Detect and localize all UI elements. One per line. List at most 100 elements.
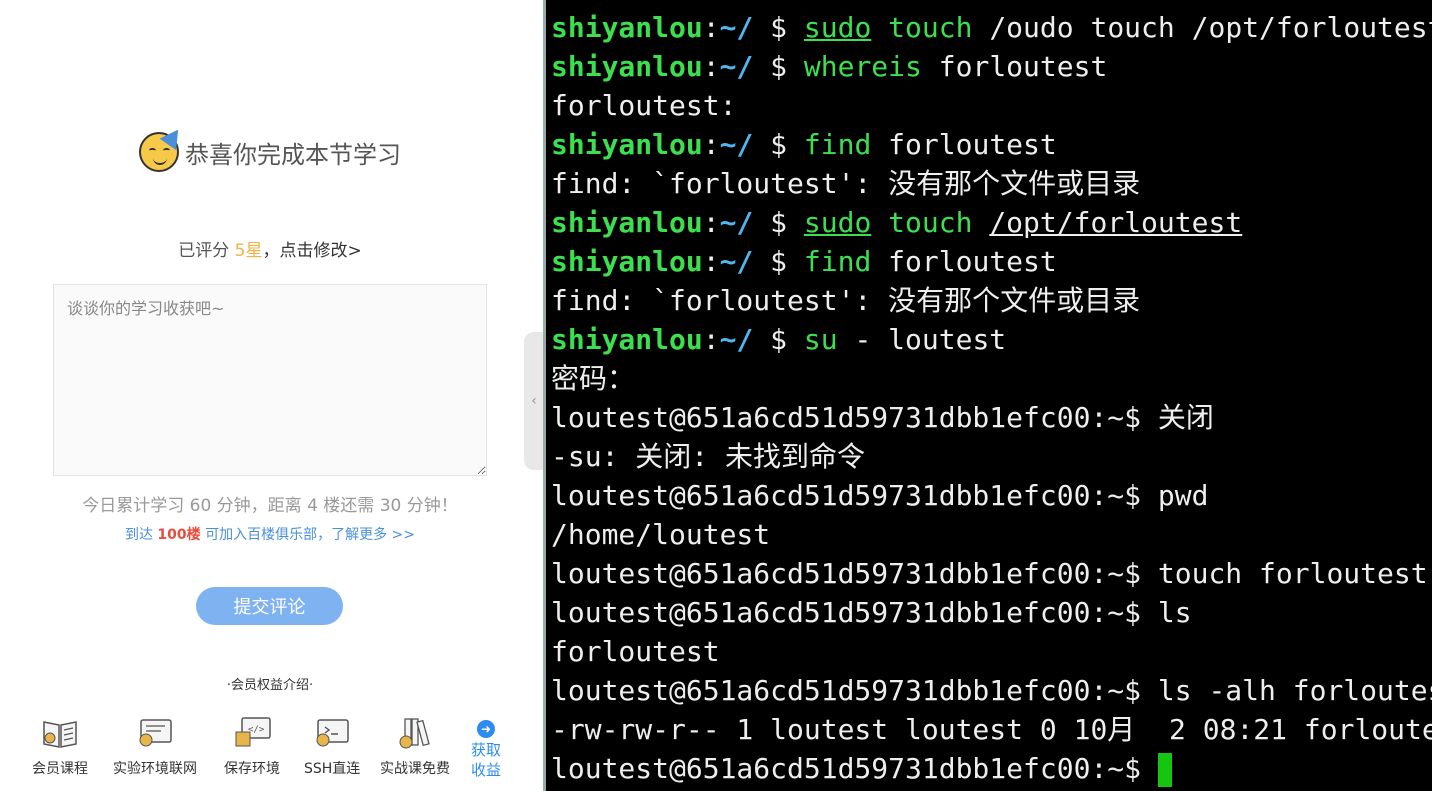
terminal-line: find: `forloutest': 没有那个文件或目录 [551,164,1432,203]
rating-prefix: 已评分 [178,241,235,261]
book-icon [43,721,77,748]
terminal-text: ~/ [719,50,754,83]
arrow-circle-icon: ➜ [477,720,495,738]
terminal-text: : [702,206,720,239]
terminal-line: -su: 关闭: 未找到命令 [551,437,1432,476]
terminal-text: find: `forloutest': 没有那个文件或目录 [551,167,1141,200]
terminal-text: - loutest [837,323,1007,356]
terminal-line: shiyanlou:~/ $ find forloutest [551,242,1432,281]
terminal-text: 密码： [551,362,636,395]
terminal-text: find [803,245,872,278]
terminal-text: shiyanlou [551,245,703,278]
terminal-line: -rw-rw-r-- 1 loutest loutest 0 10月 2 08:… [551,710,1432,749]
terminal-line: loutest@651a6cd51d59731dbb1efc00:~$ ls [551,593,1432,632]
terminal-text: : [702,50,720,83]
terminal-line: find: `forloutest': 没有那个文件或目录 [551,281,1432,320]
study-time-text: 今日累计学习 60 分钟，距离 4 楼还需 30 分钟！ [82,496,458,516]
get-benefits-link[interactable]: ➜ 获取 收益 [471,720,501,780]
svg-text:</>: </> [248,725,265,735]
completion-title: 恭喜你完成本节学习 [185,140,401,169]
terminal-line: loutest@651a6cd51d59731dbb1efc00:~$ 关闭 [551,398,1432,437]
completion-header: 恭喜你完成本节学习 [0,123,540,172]
terminal-line: loutest@651a6cd51d59731dbb1efc00:~$ [551,749,1432,788]
terminal-cursor [1157,753,1172,787]
perk-ssh[interactable]: SSH直连 [304,716,360,778]
perk-save-env[interactable]: </> 保存环境 [224,716,280,778]
terminal-text: ~/ [719,323,754,356]
submit-comment-button[interactable]: 提交评论 [196,587,343,625]
books-icon [399,718,430,749]
perk-label: 实验环境联网 [113,761,197,777]
terminal-text: find [803,128,872,161]
perk-label: SSH直连 [304,761,361,777]
terminal-line: shiyanlou:~/ $ sudo touch /opt/forloutes… [551,203,1432,242]
terminal-text: loutest@651a6cd51d59731dbb1efc00:~$ ls [551,596,1192,629]
terminal-screen-icon [316,719,349,747]
network-screen-icon [139,719,172,747]
terminal-line: loutest@651a6cd51d59731dbb1efc00:~$ pwd [551,476,1432,515]
comment-textarea[interactable] [53,284,487,476]
terminal-line: forloutest: [551,86,1432,125]
rating-status[interactable]: 已评分 5星，点击修改> [0,236,540,261]
terminal-text: forloutest [921,50,1108,83]
terminal-text: whereis [803,50,922,83]
terminal-text: shiyanlou [551,128,703,161]
terminal-text: ~/ [719,206,754,239]
terminal-line: loutest@651a6cd51d59731dbb1efc00:~$ ls -… [551,671,1432,710]
club-info: 到达 100楼 可加入百楼俱乐部，了解更多 >> [0,524,540,544]
club-learn-more-link[interactable]: 了解更多 >> [331,527,415,543]
terminal-text: : [702,245,720,278]
terminal-window[interactable]: shiyanlou:~/ $ sudo touch /oudo touch /o… [543,0,1432,791]
perk-label: 实战课免费 [380,761,450,777]
terminal-text: forloutest [871,245,1057,278]
terminal-text: : [702,128,720,161]
terminal-text: loutest@651a6cd51d59731dbb1efc00:~$ [551,752,1158,785]
terminal-text: sudo [803,206,872,239]
terminal-text: /oudo touch /opt/forloutest [972,11,1432,44]
club-prefix: 到达 [124,527,158,543]
terminal-text: loutest@651a6cd51d59731dbb1efc00:~$ pwd [551,479,1209,512]
rating-edit-link[interactable]: ，点击修改> [262,241,361,261]
terminal-text: find: `forloutest': 没有那个文件或目录 [551,284,1141,317]
terminal-text: $ [753,206,804,239]
club-middle: 可加入百楼俱乐部， [200,527,332,543]
terminal-text: forloutest: [551,89,737,122]
terminal-text: -su: 关闭: 未找到命令 [551,440,866,473]
terminal-line: shiyanlou:~/ $ su - loutest [551,320,1432,359]
terminal-text: /opt/forloutest [989,206,1243,239]
terminal-text: shiyanlou [551,323,703,356]
terminal-text: shiyanlou [551,50,703,83]
more-line2: 收益 [471,761,502,779]
save-code-icon: </> [235,717,271,747]
terminal-text: $ [753,323,804,356]
terminal-text: -rw-rw-r-- 1 loutest loutest 0 10月 2 08:… [551,713,1432,746]
terminal-text: su [803,323,838,356]
terminal-text: $ [753,11,804,44]
rating-stars: 5星 [234,241,263,261]
terminal-text: touch [888,206,973,239]
terminal-text: ~/ [719,245,754,278]
terminal-output: shiyanlou:~/ $ sudo touch /oudo touch /o… [551,8,1432,791]
vip-perks: 会员课程 实验环境联网 </> 保存环境 SSH直连 实战课免费 ➜ 获取 收益 [28,716,528,791]
perk-free-courses[interactable]: 实战课免费 [380,716,450,778]
perk-member-courses[interactable]: 会员课程 [32,716,88,778]
course-completion-panel: 恭喜你完成本节学习 已评分 5星，点击修改> 今日累计学习 60 分钟，距离 4… [0,0,540,791]
terminal-line: forloutest [551,632,1432,671]
perk-label: 保存环境 [224,761,280,777]
vip-benefits-title: ·会员权益介绍· [226,678,314,693]
terminal-text: shiyanlou [551,206,703,239]
club-floor: 100楼 [157,527,201,543]
terminal-text: /home/loutest [551,518,771,551]
terminal-text: loutest@651a6cd51d59731dbb1efc00:~$ touc… [551,557,1428,590]
terminal-text: $ [753,245,804,278]
terminal-text: loutest@651a6cd51d59731dbb1efc00:~$ ls -… [551,674,1432,707]
collapse-panel-handle[interactable]: ‹ [524,332,544,470]
perk-network[interactable]: 实验环境联网 [113,716,197,778]
terminal-line: /home/loutest [551,515,1432,554]
perk-label: 会员课程 [32,761,88,777]
terminal-text: $ [753,128,804,161]
terminal-text: touch [888,11,973,44]
